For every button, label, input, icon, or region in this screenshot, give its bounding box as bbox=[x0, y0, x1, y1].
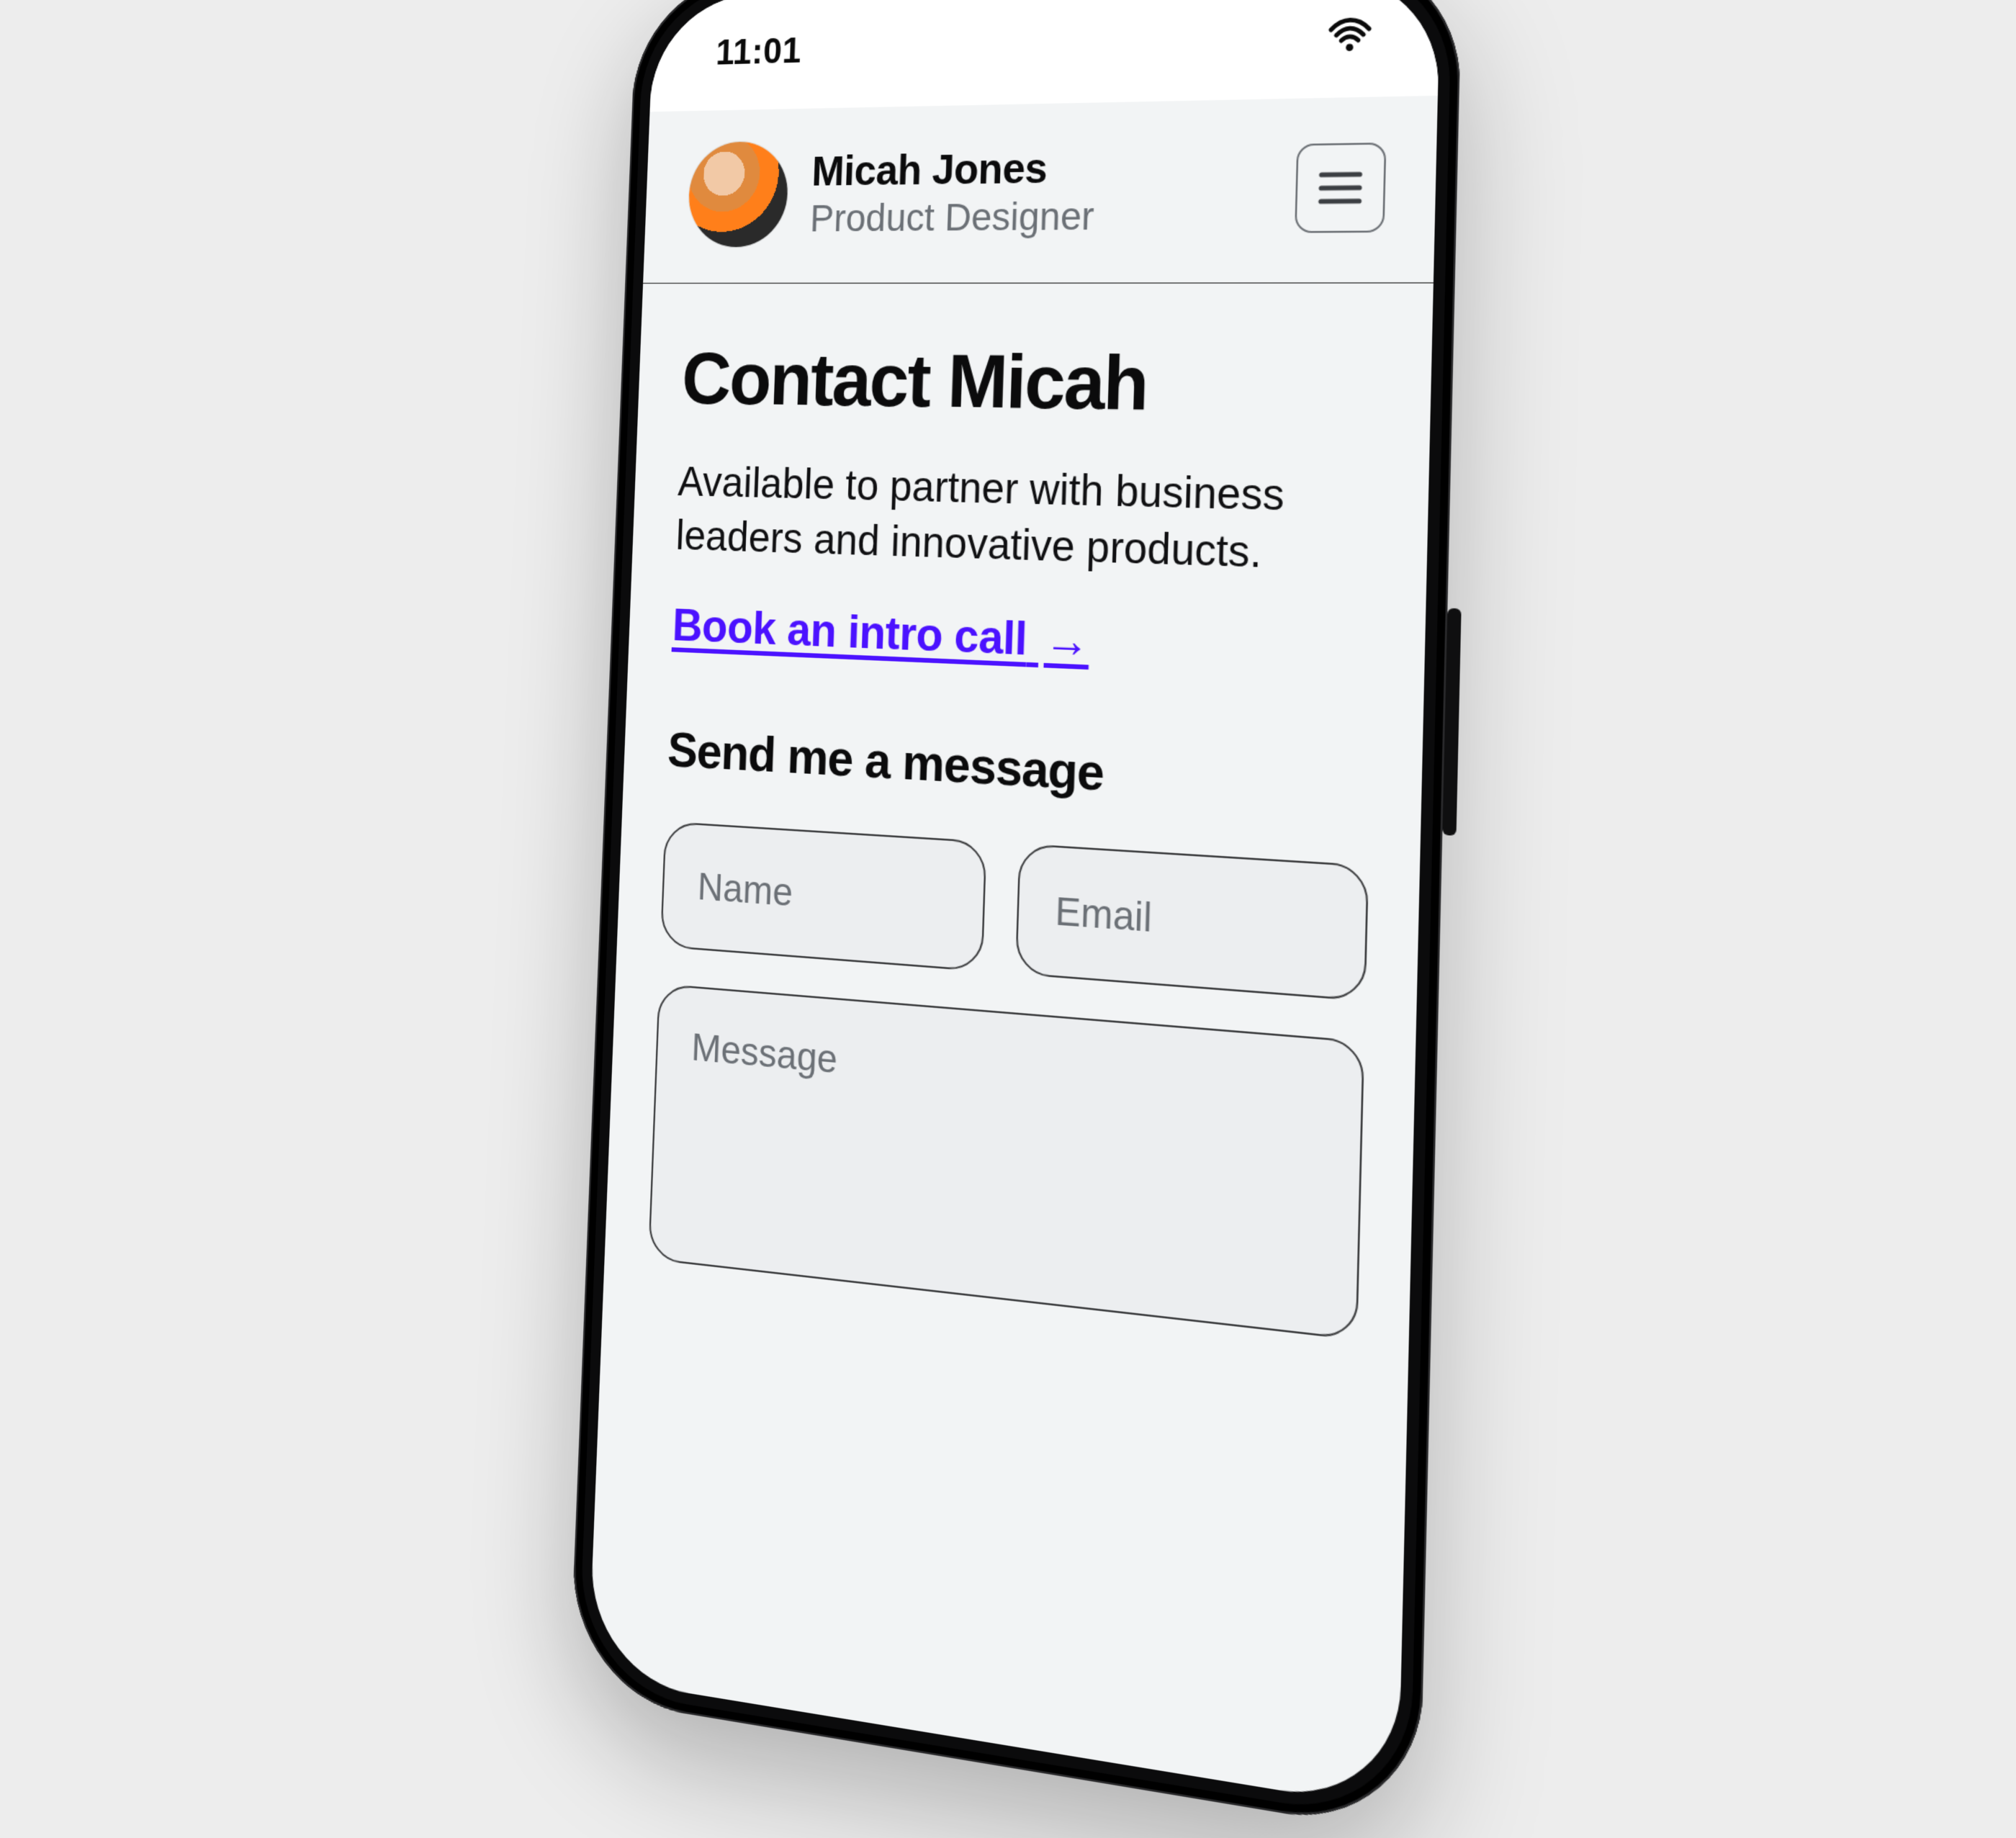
main-content: Contact Micah Available to partner with … bbox=[605, 284, 1434, 1346]
profile-role: Product Designer bbox=[809, 192, 1269, 240]
status-time: 11:01 bbox=[715, 31, 802, 73]
wifi-icon bbox=[1328, 17, 1372, 55]
message-placeholder: Message bbox=[690, 1024, 838, 1081]
avatar bbox=[687, 141, 789, 247]
page-description: Available to partner with business leade… bbox=[675, 455, 1377, 585]
form-row: Name Email bbox=[660, 821, 1369, 1001]
hamburger-icon bbox=[1317, 168, 1364, 207]
menu-button[interactable] bbox=[1295, 143, 1387, 233]
phone-frame: 11:01 Micah Jones Product D bbox=[569, 0, 1462, 1836]
profile-header: Micah Jones Product Designer bbox=[643, 96, 1438, 284]
form-heading: Send me a message bbox=[667, 721, 1372, 818]
message-field[interactable]: Message bbox=[648, 983, 1364, 1340]
name-field[interactable]: Name bbox=[660, 821, 987, 971]
intro-link-text: Book an intro call bbox=[672, 599, 1028, 665]
profile-name: Micah Jones bbox=[811, 140, 1270, 196]
book-intro-call-link[interactable]: Book an intro call → bbox=[672, 598, 1091, 668]
email-field[interactable]: Email bbox=[1015, 843, 1369, 1001]
status-bar: 11:01 bbox=[650, 0, 1441, 112]
name-placeholder: Name bbox=[697, 864, 793, 915]
email-placeholder: Email bbox=[1055, 888, 1153, 941]
identity-block: Micah Jones Product Designer bbox=[809, 140, 1271, 240]
arrow-right-icon: → bbox=[1044, 613, 1091, 667]
screen: 11:01 Micah Jones Product D bbox=[588, 0, 1441, 1810]
page-title: Contact Micah bbox=[680, 337, 1382, 432]
power-button bbox=[1442, 608, 1461, 836]
